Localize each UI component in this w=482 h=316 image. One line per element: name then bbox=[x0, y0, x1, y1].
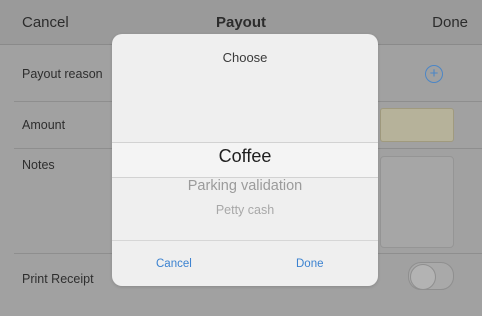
toggle-knob bbox=[410, 264, 436, 290]
notes-textarea[interactable] bbox=[380, 156, 454, 248]
picker-option[interactable]: Parking validation bbox=[112, 178, 378, 194]
notes-label: Notes bbox=[22, 158, 55, 172]
print-receipt-toggle[interactable] bbox=[408, 262, 454, 290]
choose-picker-dialog: Choose Coffee Parking validation Petty c… bbox=[112, 34, 378, 286]
picker-cancel-button[interactable]: Cancel bbox=[156, 258, 192, 270]
picker-done-button[interactable]: Done bbox=[296, 258, 324, 270]
add-circle-icon[interactable]: + bbox=[425, 65, 443, 83]
dialog-divider bbox=[112, 240, 378, 241]
print-receipt-label: Print Receipt bbox=[22, 272, 94, 286]
nav-done-button[interactable]: Done bbox=[432, 14, 468, 31]
picker-option-selected[interactable]: Coffee bbox=[112, 146, 378, 167]
picker-option[interactable]: Petty cash bbox=[112, 203, 378, 217]
amount-input[interactable] bbox=[380, 108, 454, 142]
amount-label: Amount bbox=[22, 118, 66, 132]
picker-title: Choose bbox=[222, 50, 268, 65]
payout-reason-label: Payout reason bbox=[22, 67, 103, 81]
page-title: Payout bbox=[215, 14, 266, 31]
